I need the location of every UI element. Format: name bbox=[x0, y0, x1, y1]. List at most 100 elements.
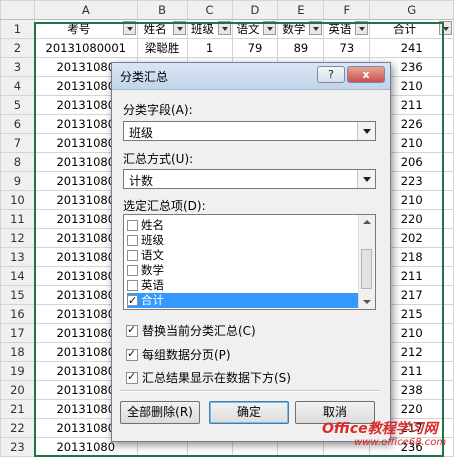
list-item-label: 英语 bbox=[141, 278, 164, 292]
header-cell[interactable]: 语文 bbox=[231, 19, 279, 39]
subtotal-items-list[interactable]: 姓名班级语文数学英语合计 bbox=[123, 214, 376, 310]
header-label: 考号 bbox=[67, 22, 91, 36]
table-cell[interactable]: 20131080001 bbox=[33, 38, 138, 58]
row-header[interactable]: 15 bbox=[0, 285, 35, 305]
ok-button[interactable]: 确定 bbox=[209, 401, 289, 424]
header-cell[interactable]: 考号 bbox=[33, 19, 138, 39]
row-header[interactable]: 13 bbox=[0, 247, 35, 267]
checkbox[interactable] bbox=[127, 235, 138, 246]
header-cell[interactable]: 班级 bbox=[186, 19, 233, 39]
row-header[interactable]: 20 bbox=[0, 380, 35, 400]
row-header[interactable]: 22 bbox=[0, 418, 35, 438]
checkbox[interactable] bbox=[127, 220, 138, 231]
filter-dropdown-icon[interactable] bbox=[122, 21, 136, 35]
remove-all-button[interactable]: 全部删除(R) bbox=[120, 401, 200, 424]
scroll-down-icon[interactable] bbox=[359, 295, 375, 309]
group-field-label: 分类字段(A): bbox=[123, 103, 193, 117]
table-cell[interactable]: 梁聪胜 bbox=[136, 38, 188, 58]
table-cell[interactable]: 89 bbox=[277, 38, 325, 58]
row-header[interactable]: 9 bbox=[0, 171, 35, 191]
checkbox[interactable] bbox=[127, 250, 138, 261]
filter-dropdown-icon[interactable] bbox=[172, 21, 186, 35]
list-item[interactable]: 语文 bbox=[127, 248, 359, 263]
column-header-d[interactable]: D bbox=[231, 0, 279, 20]
list-scrollbar[interactable] bbox=[358, 215, 375, 309]
row-header[interactable]: 16 bbox=[0, 304, 35, 324]
select-all-corner[interactable] bbox=[0, 0, 35, 20]
row-header[interactable]: 2 bbox=[0, 38, 35, 58]
checkbox[interactable] bbox=[127, 293, 138, 308]
list-item-label: 班级 bbox=[141, 233, 164, 247]
filter-dropdown-icon[interactable] bbox=[309, 21, 323, 35]
header-cell[interactable]: 姓名 bbox=[136, 19, 188, 39]
option-checkbox[interactable]: 每组数据分页(P) bbox=[126, 346, 231, 363]
column-header-e[interactable]: E bbox=[277, 0, 325, 20]
table-cell[interactable]: 1 bbox=[186, 38, 233, 58]
option-label: 替换当前分类汇总(C) bbox=[142, 324, 256, 338]
chevron-down-icon[interactable] bbox=[357, 170, 375, 188]
row-header[interactable]: 12 bbox=[0, 228, 35, 248]
option-checkbox[interactable]: 汇总结果显示在数据下方(S) bbox=[126, 369, 291, 386]
row-header[interactable]: 19 bbox=[0, 361, 35, 381]
list-item-label: 合计 bbox=[141, 293, 164, 307]
table-cell[interactable]: 73 bbox=[323, 38, 371, 58]
column-header-c[interactable]: C bbox=[186, 0, 233, 20]
column-header-a[interactable]: A bbox=[33, 0, 138, 20]
list-item[interactable]: 数学 bbox=[127, 263, 359, 278]
scroll-thumb[interactable] bbox=[361, 249, 372, 289]
watermark-line2: www.office68.com bbox=[354, 437, 447, 448]
column-header-g[interactable]: G bbox=[369, 0, 454, 20]
header-cell[interactable]: 合计 bbox=[369, 19, 454, 39]
subtotal-dialog: 分类汇总 ? x 分类字段(A): 班级 汇总方式(U): 计数 选定汇总项(D… bbox=[111, 62, 391, 442]
filter-dropdown-icon[interactable] bbox=[355, 21, 369, 35]
column-header-f[interactable]: F bbox=[323, 0, 371, 20]
function-label: 汇总方式(U): bbox=[123, 152, 194, 166]
header-cell[interactable]: 英语 bbox=[323, 19, 371, 39]
list-item[interactable]: 班级 bbox=[127, 233, 359, 248]
scroll-up-icon[interactable] bbox=[359, 215, 375, 229]
group-field-select[interactable]: 班级 bbox=[123, 121, 376, 141]
row-header[interactable]: 7 bbox=[0, 133, 35, 153]
filter-dropdown-icon[interactable] bbox=[217, 21, 231, 35]
row-header[interactable]: 1 bbox=[0, 19, 35, 39]
row-header[interactable]: 5 bbox=[0, 95, 35, 115]
chevron-down-icon[interactable] bbox=[357, 122, 375, 140]
function-select[interactable]: 计数 bbox=[123, 169, 376, 189]
row-header[interactable]: 6 bbox=[0, 114, 35, 134]
option-checkbox[interactable]: 替换当前分类汇总(C) bbox=[126, 322, 256, 339]
row-header[interactable]: 11 bbox=[0, 209, 35, 229]
header-cell[interactable]: 数学 bbox=[277, 19, 325, 39]
row-header[interactable]: 10 bbox=[0, 190, 35, 210]
column-header-b[interactable]: B bbox=[136, 0, 188, 20]
row-header[interactable]: 18 bbox=[0, 342, 35, 362]
row-header[interactable]: 23 bbox=[0, 437, 35, 457]
list-item-label: 姓名 bbox=[141, 218, 164, 232]
row-header[interactable]: 4 bbox=[0, 76, 35, 96]
row-header[interactable]: 8 bbox=[0, 152, 35, 172]
row-header[interactable]: 21 bbox=[0, 399, 35, 419]
list-item[interactable]: 姓名 bbox=[127, 218, 359, 233]
row-header[interactable]: 17 bbox=[0, 323, 35, 343]
header-row: 1 考号 姓名 班级 语文 数学 英语 合计 bbox=[0, 19, 454, 39]
checkbox[interactable] bbox=[126, 370, 138, 384]
row-header[interactable]: 14 bbox=[0, 266, 35, 286]
list-item[interactable]: 合计 bbox=[127, 293, 359, 308]
list-item[interactable]: 英语 bbox=[127, 278, 359, 293]
table-cell[interactable]: 241 bbox=[369, 38, 454, 58]
close-button[interactable]: x bbox=[347, 66, 385, 83]
filter-dropdown-icon[interactable] bbox=[263, 21, 277, 35]
filter-dropdown-icon[interactable] bbox=[439, 21, 452, 35]
checkbox[interactable] bbox=[126, 323, 138, 337]
checkbox[interactable] bbox=[126, 347, 138, 361]
table-row: 2 20131080001 梁聪胜 1 79 89 73 241 bbox=[0, 38, 454, 58]
dialog-title: 分类汇总 bbox=[120, 70, 169, 84]
checkbox[interactable] bbox=[127, 265, 138, 276]
option-label: 汇总结果显示在数据下方(S) bbox=[142, 371, 291, 385]
row-header[interactable]: 3 bbox=[0, 57, 35, 77]
checkbox[interactable] bbox=[127, 280, 138, 291]
header-label: 合计 bbox=[393, 22, 417, 36]
dialog-titlebar[interactable]: 分类汇总 ? x bbox=[112, 63, 390, 90]
divider bbox=[120, 390, 380, 392]
table-cell[interactable]: 79 bbox=[231, 38, 279, 58]
help-button[interactable]: ? bbox=[317, 66, 345, 83]
